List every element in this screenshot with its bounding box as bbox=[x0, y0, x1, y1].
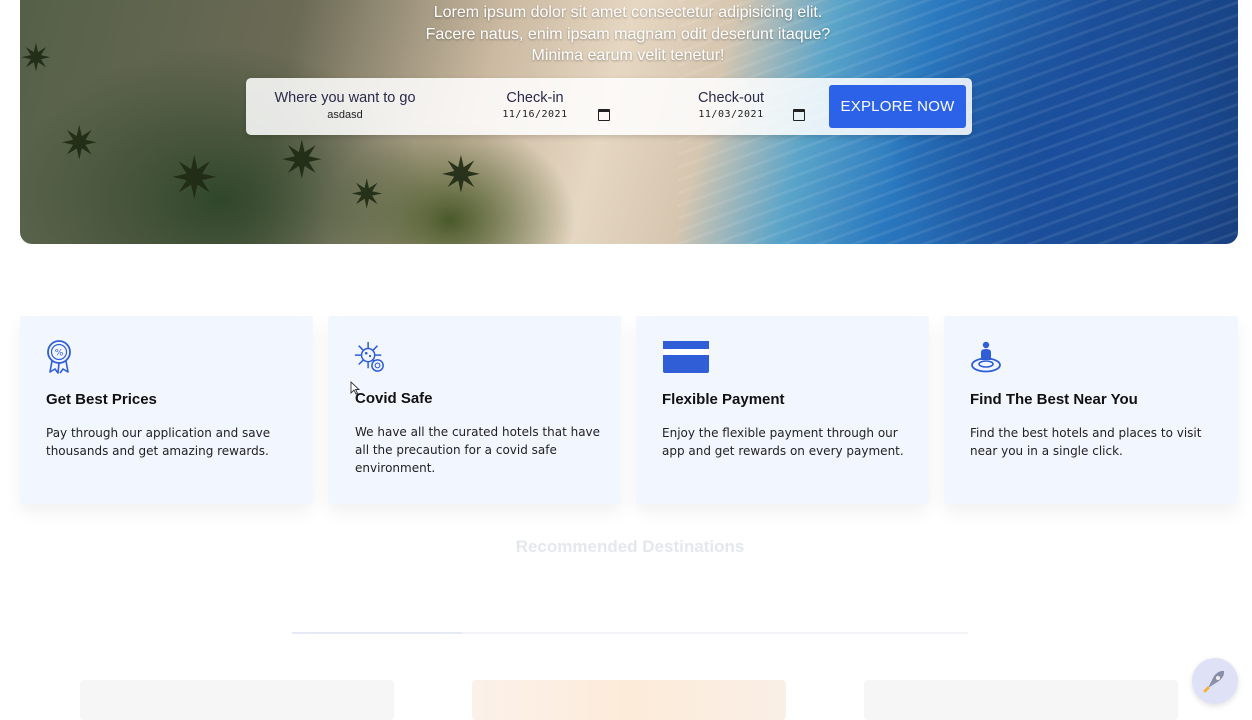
feature-card-covid-safe: Covid Safe We have all the curated hotel… bbox=[328, 316, 621, 504]
checkin-date-input[interactable]: 11/16/2021 bbox=[500, 109, 570, 120]
feature-title: Covid Safe bbox=[355, 390, 433, 407]
destination-tabs bbox=[292, 600, 968, 636]
mouse-cursor-icon bbox=[350, 381, 360, 395]
feature-title: Flexible Payment bbox=[662, 391, 785, 408]
palm-tree-decoration: ✷ bbox=[440, 147, 482, 203]
feature-card-best-prices: % Get Best Prices Pay through our applic… bbox=[20, 316, 313, 504]
destination-card[interactable] bbox=[864, 680, 1178, 720]
rocket-icon bbox=[1203, 670, 1225, 693]
feature-title: Get Best Prices bbox=[46, 391, 157, 408]
palm-tree-decoration: ✷ bbox=[20, 38, 52, 80]
destination-input[interactable]: asdasd bbox=[266, 109, 424, 121]
palm-tree-decoration: ✷ bbox=[60, 117, 99, 169]
checkin-label: Check-in bbox=[506, 90, 564, 106]
floating-action-button[interactable] bbox=[1192, 658, 1238, 704]
calendar-icon[interactable] bbox=[793, 109, 805, 121]
feature-title: Find The Best Near You bbox=[970, 391, 1138, 408]
checkout-label: Check-out bbox=[697, 90, 765, 106]
tab-underline bbox=[292, 632, 968, 634]
feature-description: Enjoy the flexible payment through our a… bbox=[662, 426, 904, 458]
checkout-date-input[interactable]: 11/03/2021 bbox=[696, 109, 766, 120]
palm-tree-decoration: ✷ bbox=[170, 146, 219, 211]
checkout-field[interactable]: Check-out 11/03/2021 bbox=[696, 90, 766, 120]
svg-text:%: % bbox=[55, 349, 64, 359]
checkin-field[interactable]: Check-in 11/16/2021 bbox=[500, 90, 570, 120]
calendar-icon[interactable] bbox=[598, 109, 610, 121]
active-tab-indicator bbox=[292, 632, 462, 634]
credit-card-icon bbox=[663, 341, 709, 373]
feature-description: We have all the curated hotels that have… bbox=[355, 425, 601, 475]
hero-description: Lorem ipsum dolor sit amet consectetur a… bbox=[425, 4, 831, 64]
destination-label: Where you want to go bbox=[274, 90, 416, 106]
destination-field[interactable]: Where you want to go asdasd bbox=[266, 90, 424, 121]
feature-description: Find the best hotels and places to visit… bbox=[970, 426, 1202, 458]
feature-card-flexible-payment: Flexible Payment Enjoy the flexible paym… bbox=[636, 316, 929, 504]
page: ✷ ✷ ✷ ✷ ✷ ✷ Lorem ipsum dolor sit amet c… bbox=[0, 0, 1252, 720]
location-person-icon bbox=[971, 341, 1001, 373]
search-bar: Where you want to go asdasd Check-in 11/… bbox=[246, 78, 972, 135]
explore-now-button[interactable]: EXPLORE NOW bbox=[829, 85, 966, 128]
palm-tree-decoration: ✷ bbox=[280, 132, 324, 190]
destination-card[interactable] bbox=[80, 680, 394, 720]
recommended-destinations-heading: Recommended Destinations bbox=[515, 537, 745, 556]
feature-card-find-best-near-you: Find The Best Near You Find the best hot… bbox=[944, 316, 1238, 504]
palm-tree-decoration: ✷ bbox=[350, 173, 384, 217]
feature-description: Pay through our application and save tho… bbox=[46, 426, 271, 458]
badge-percent-icon: % bbox=[47, 340, 71, 374]
destination-card[interactable] bbox=[472, 680, 786, 720]
virus-icon bbox=[354, 341, 384, 372]
